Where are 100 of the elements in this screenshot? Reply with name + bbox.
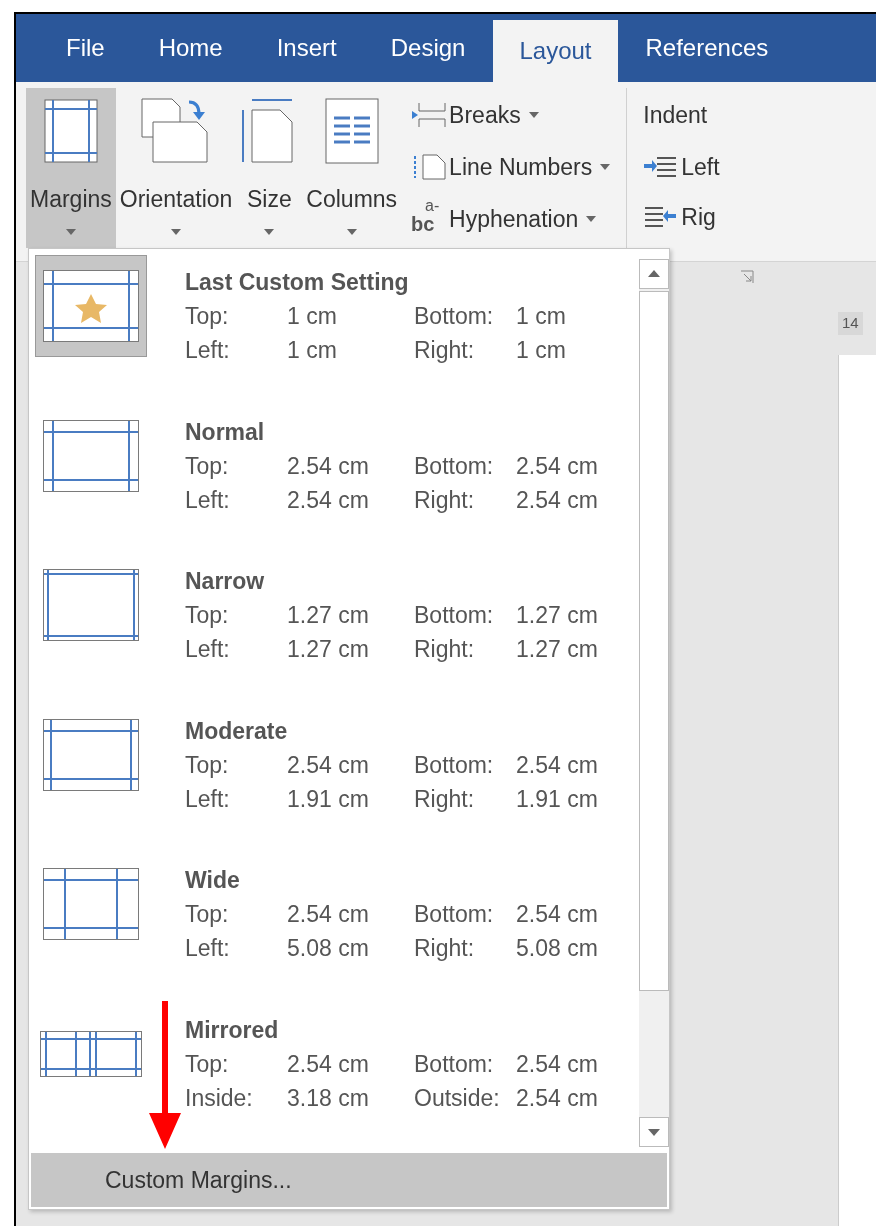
ribbon-tab[interactable]: Home — [132, 14, 249, 82]
margin-value: 1.91 cm — [516, 784, 598, 814]
margin-option[interactable]: Narrow Top: 1.27 cm Bottom: 1.27 cm Left: 1.27 cm Right: 1.27 cm — [35, 554, 635, 704]
ribbon-button[interactable]: Line Numbers — [411, 146, 611, 188]
margin-value: 1.91 cm — [287, 784, 370, 814]
margin-label: Bottom: — [414, 1049, 495, 1079]
caret-icon — [586, 216, 597, 222]
ribbon-tab[interactable]: Design — [364, 14, 492, 82]
margin-label: Inside: — [185, 1083, 254, 1113]
indent-right-icon — [643, 205, 678, 229]
margin-label: Right: — [414, 485, 476, 515]
caret-icon — [264, 228, 275, 235]
ribbon-tab[interactable]: File — [40, 14, 131, 82]
ribbon-button[interactable]: Orientation — [115, 88, 237, 248]
margin-label: Bottom: — [414, 900, 495, 929]
margin-label: Left: — [185, 934, 231, 963]
margin-value: 2.54 cm — [287, 485, 370, 515]
margin-option[interactable]: Normal Top: 2.54 cm Bottom: 2.54 cm Left: 2.54 cm Right: 2.54 cm — [35, 404, 635, 554]
margin-value: 1.27 cm — [516, 601, 598, 630]
margin-label: Left: — [185, 784, 231, 814]
option-title: Wide — [185, 866, 241, 895]
option-title: Narrow — [185, 567, 266, 596]
margin-label: Top: — [185, 900, 230, 929]
margin-label: Right: — [414, 934, 476, 963]
margin-label: Top: — [185, 302, 230, 331]
custom-margins-item[interactable]: Custom Margins... — [31, 1153, 667, 1207]
margin-value: 2.54 cm — [516, 1083, 598, 1113]
margin-value: 2.54 cm — [287, 900, 370, 929]
margin-value: 1 cm — [287, 336, 338, 365]
option-title: Moderate — [185, 716, 289, 746]
margin-label: Top: — [185, 601, 230, 630]
ruler-number: 14 — [838, 312, 863, 335]
margin-preview-icon — [43, 868, 139, 940]
margin-value: 2.54 cm — [516, 451, 598, 481]
hyphenation-icon: a- bc — [411, 204, 448, 234]
caret-icon — [65, 228, 76, 235]
margin-value: 2.54 cm — [516, 900, 598, 929]
ribbon-button[interactable]: Size — [236, 88, 303, 248]
ribbon-button[interactable]: Margins — [26, 88, 116, 248]
margin-value: 5.08 cm — [287, 934, 370, 963]
margin-label: Left: — [185, 635, 231, 664]
margin-label: Bottom: — [414, 601, 495, 630]
margin-label: Top: — [185, 1049, 230, 1079]
ribbon-button[interactable]: Columns — [302, 88, 402, 248]
margin-value: 1 cm — [516, 302, 566, 331]
margin-value: 2.54 cm — [287, 750, 370, 780]
margin-preview-icon — [43, 419, 139, 492]
margin-label: Right: — [414, 784, 476, 814]
line-numbers-icon — [411, 153, 448, 181]
option-title: Normal — [185, 417, 266, 447]
indent-button[interactable]: Rig — [643, 196, 720, 238]
margin-label: Left: — [185, 485, 231, 515]
scroll-up-icon[interactable] — [639, 259, 669, 289]
margin-value: 1.27 cm — [287, 635, 370, 664]
margin-label: Bottom: — [414, 750, 495, 780]
margin-value: 1.27 cm — [287, 601, 370, 630]
margin-label: Outside: — [414, 1083, 501, 1113]
ribbon-button[interactable]: Breaks — [411, 94, 611, 136]
dialog-launcher-icon — [740, 270, 754, 284]
option-title: Last Custom Setting — [185, 268, 410, 297]
ribbon-tab[interactable]: References — [619, 14, 795, 82]
margin-value: 1 cm — [516, 336, 566, 365]
margin-preview-icon — [40, 1030, 142, 1077]
margin-value: 2.54 cm — [516, 750, 598, 780]
margin-value: 3.18 cm — [287, 1083, 370, 1113]
indent-left-icon — [643, 155, 678, 179]
indent-button[interactable]: Left — [643, 146, 720, 188]
caret-icon — [600, 164, 611, 170]
margin-option[interactable]: Last Custom Setting Top: 1 cm Bottom: 1 cm Left: 1 cm Right: 1 cm — [35, 255, 635, 405]
ribbon-tab[interactable]: Insert — [250, 14, 363, 82]
margin-option[interactable]: Wide Top: 2.54 cm Bottom: 2.54 cm Left: 5.08 cm Right: 5.08 cm — [35, 853, 635, 1003]
scroll-down-icon[interactable] — [639, 1117, 669, 1147]
margin-label: Left: — [185, 336, 231, 365]
margin-preview-icon — [43, 270, 139, 342]
margin-value: 2.54 cm — [287, 1049, 370, 1079]
margin-value: 5.08 cm — [516, 934, 598, 963]
caret-icon — [171, 228, 182, 235]
margin-label: Right: — [414, 336, 476, 365]
group-title: Indent — [643, 101, 709, 130]
columns-icon — [324, 98, 379, 164]
margin-label: Top: — [185, 451, 230, 481]
option-title: Mirrored — [185, 1015, 280, 1045]
margin-value: 2.54 cm — [516, 485, 598, 515]
caret-icon — [346, 228, 357, 235]
margin-label: Bottom: — [414, 451, 495, 481]
margin-value: 2.54 cm — [287, 451, 370, 481]
margin-value: 2.54 cm — [516, 1049, 598, 1079]
margin-value: 1 cm — [287, 302, 338, 331]
margin-label: Top: — [185, 750, 230, 780]
ribbon-tab[interactable]: Layout — [493, 20, 618, 82]
margin-label: Bottom: — [414, 302, 495, 331]
margin-preview-icon — [43, 569, 139, 641]
page-break-icon — [411, 102, 448, 128]
margin-value: 1.27 cm — [516, 635, 598, 664]
margin-option[interactable]: Moderate Top: 2.54 cm Bottom: 2.54 cm Left: 1.91 cm Right: 1.91 cm — [35, 703, 635, 853]
margin-label: Right: — [414, 635, 476, 664]
caret-icon — [528, 112, 539, 118]
margins-icon — [43, 99, 98, 163]
margin-preview-icon — [43, 718, 139, 791]
scroll-thumb[interactable] — [639, 291, 669, 991]
